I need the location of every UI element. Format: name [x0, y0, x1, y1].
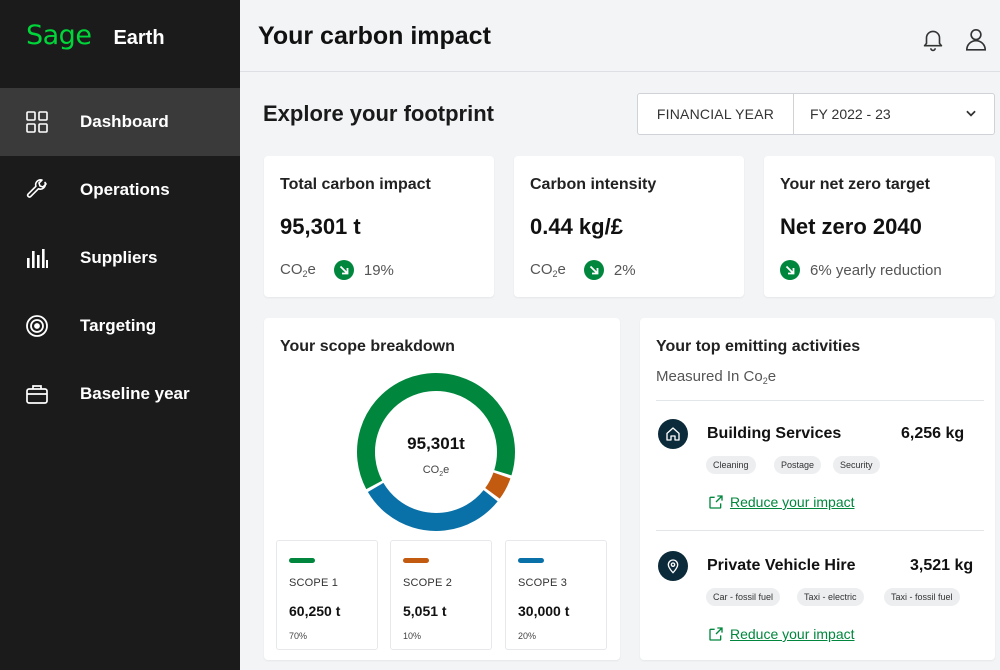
sidebar-item-label: Operations: [80, 180, 170, 199]
stat-unit: CO2e: [280, 261, 316, 279]
activity-name: Building Services: [707, 425, 842, 442]
scope-3-box: SCOPE 3 30,000 t 20%: [505, 540, 607, 650]
stat-card-intensity: Carbon intensity 0.44 kg/£ CO2e 2%: [514, 156, 744, 297]
card-subtitle: Measured In Co2e: [656, 368, 777, 386]
sidebar: Sage Earth Dashboard Operations Supplier…: [0, 0, 240, 670]
reduce-impact-link[interactable]: Reduce your impact: [708, 494, 855, 510]
trend-down-icon: [780, 260, 800, 280]
donut-unit: CO2e: [422, 464, 450, 478]
brand[interactable]: Sage Earth: [26, 20, 165, 51]
user-icon[interactable]: [963, 26, 989, 52]
period-value: FY 2022 - 23: [810, 106, 891, 122]
activity-tag: Taxi - fossil fuel: [884, 588, 960, 606]
scope-value: 5,051 t: [403, 603, 447, 619]
sage-logo: Sage: [26, 20, 92, 51]
stat-footer: CO2e 2%: [530, 260, 636, 280]
scope-breakdown-card: Your scope breakdown 95,301t CO2e SCOPE …: [264, 318, 620, 660]
stat-change: 19%: [363, 261, 394, 279]
card-title: Your scope breakdown: [280, 338, 455, 355]
target-icon: [24, 313, 50, 339]
stat-card-total: Total carbon impact 95,301 t CO2e 19%: [264, 156, 494, 297]
period-dropdown[interactable]: FY 2022 - 23: [794, 94, 994, 134]
home-icon: [658, 419, 688, 449]
activity-value: 3,521 kg: [910, 557, 974, 574]
sidebar-item-label: Targeting: [80, 316, 157, 335]
grid-icon: [24, 109, 50, 135]
scope-percent: 20%: [518, 631, 537, 641]
card-title: Your top emitting activities: [656, 338, 861, 355]
scope-value: 30,000 t: [518, 603, 570, 619]
chevron-down-icon: [964, 106, 978, 123]
stat-card-net-zero: Your net zero target Net zero 2040 6% ye…: [764, 156, 995, 297]
external-link-icon: [709, 495, 723, 509]
sidebar-item-suppliers[interactable]: Suppliers: [0, 224, 240, 292]
sidebar-item-operations[interactable]: Operations: [0, 156, 240, 224]
stat-value: 95,301 t: [280, 214, 361, 239]
stat-change: 2%: [613, 261, 636, 279]
section-title: Explore your footprint: [263, 101, 494, 126]
scope-1-box: SCOPE 1 60,250 t 70%: [276, 540, 378, 650]
header: Your carbon impact: [240, 0, 1000, 72]
stat-title: Carbon intensity: [530, 176, 657, 193]
period-selector[interactable]: FINANCIAL YEAR FY 2022 - 23: [637, 93, 995, 135]
donut-total: 95,301t: [407, 434, 465, 453]
sidebar-item-dashboard[interactable]: Dashboard: [0, 88, 240, 156]
brand-name: Earth: [113, 27, 165, 49]
activity-tag: Cleaning: [706, 456, 756, 474]
bar-chart-icon: [24, 245, 50, 271]
sidebar-item-baseline-year[interactable]: Baseline year: [0, 360, 240, 428]
stat-change: 6% yearly reduction: [810, 261, 942, 279]
scope-color-bar: [518, 558, 544, 563]
activity-tag: Car - fossil fuel: [706, 588, 781, 606]
sidebar-item-targeting[interactable]: Targeting: [0, 292, 240, 360]
scope-color-bar: [289, 558, 315, 563]
scope-name: SCOPE 1: [289, 577, 339, 589]
wrench-icon: [24, 177, 50, 203]
activity-value: 6,256 kg: [901, 425, 965, 442]
reduce-impact-link[interactable]: Reduce your impact: [708, 626, 855, 642]
bell-icon[interactable]: [920, 26, 946, 52]
page-title: Your carbon impact: [258, 22, 491, 50]
activity-tag: Taxi - electric: [797, 588, 864, 606]
divider: [656, 400, 984, 401]
sidebar-nav: Dashboard Operations Suppliers Targeting…: [0, 88, 240, 428]
divider: [656, 530, 984, 531]
stat-title: Total carbon impact: [280, 176, 431, 193]
stat-value: Net zero 2040: [780, 214, 922, 239]
trend-down-icon: [583, 260, 604, 280]
sidebar-item-label: Baseline year: [80, 384, 190, 403]
activity-name: Private Vehicle Hire: [707, 557, 856, 574]
location-pin-icon: [658, 551, 688, 581]
scope-percent: 70%: [289, 631, 308, 641]
top-activities-card: Your top emitting activities Measured In…: [640, 318, 995, 660]
scope-percent: 10%: [403, 631, 422, 641]
scope-2-box: SCOPE 2 5,051 t 10%: [390, 540, 492, 650]
stat-footer: 6% yearly reduction: [780, 260, 942, 280]
external-link-icon: [709, 627, 723, 641]
scope-value: 60,250 t: [289, 603, 341, 619]
stat-title: Your net zero target: [780, 176, 930, 193]
scope-name: SCOPE 2: [403, 577, 453, 589]
sidebar-item-label: Dashboard: [80, 112, 169, 131]
stat-value: 0.44 kg/£: [530, 214, 623, 239]
period-label: FINANCIAL YEAR: [638, 94, 794, 134]
stat-unit: CO2e: [530, 261, 566, 279]
briefcase-icon: [24, 381, 50, 407]
scope-name: SCOPE 3: [518, 577, 568, 589]
sidebar-item-label: Suppliers: [80, 248, 158, 267]
trend-down-icon: [333, 260, 354, 280]
activity-tag: Postage: [774, 456, 822, 474]
stat-footer: CO2e 19%: [280, 260, 394, 280]
scope-color-bar: [403, 558, 429, 563]
activity-tag: Security: [833, 456, 880, 474]
